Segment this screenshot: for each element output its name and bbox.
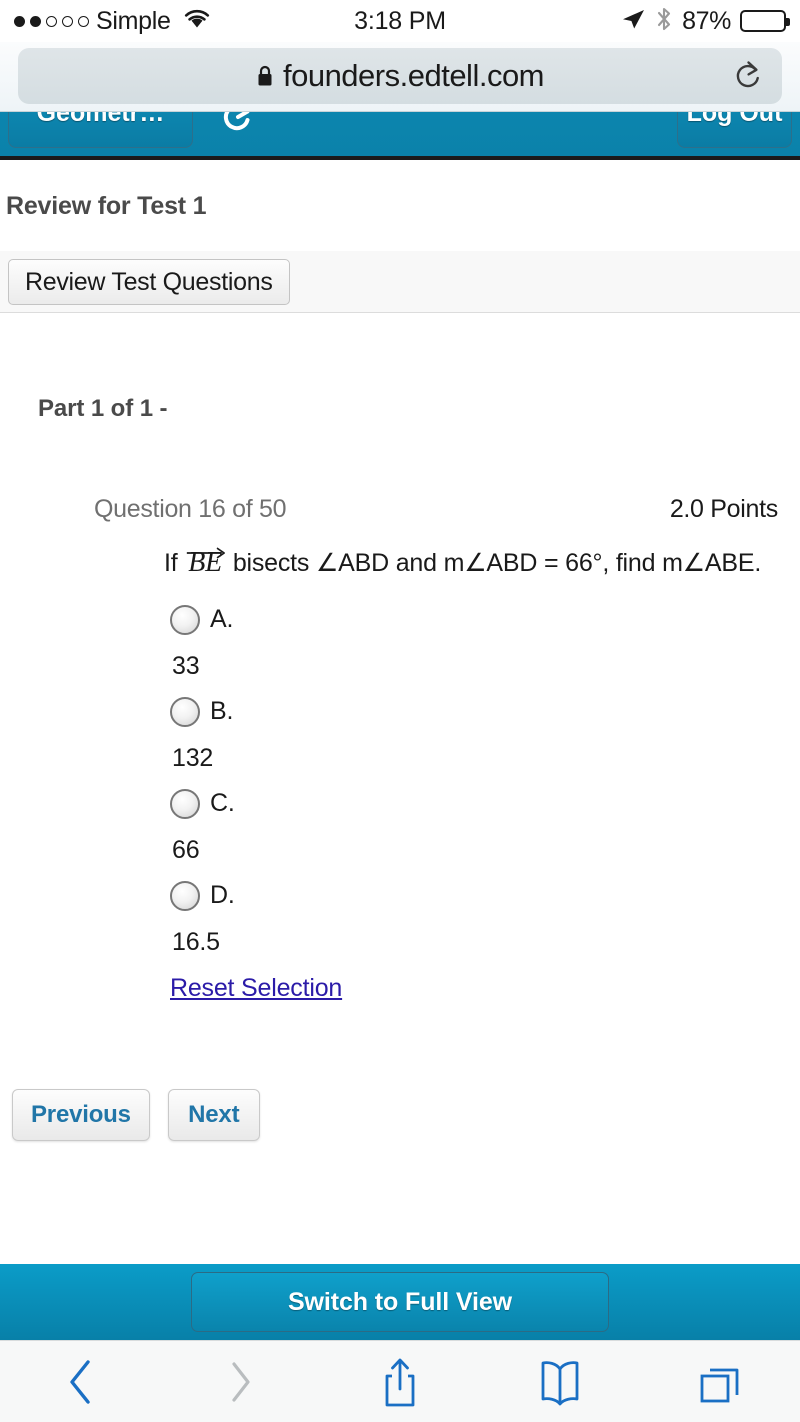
choice-letter-c: C. <box>210 789 235 818</box>
part-label: Part 1 of 1 - <box>38 395 168 422</box>
question-navigation: Previous Next <box>0 1003 800 1141</box>
radio-button-b[interactable] <box>170 696 200 727</box>
forward-chevron-icon <box>160 1356 320 1408</box>
question-text: If BE bisects ∠ABD and m∠ABD = 66°, find… <box>22 546 778 580</box>
question-body: bisects ∠ABD and m∠ABD = 66°, find m∠ABE… <box>232 549 762 577</box>
choice-value-b: 132 <box>172 743 214 772</box>
share-icon[interactable] <box>320 1355 480 1409</box>
tabs-icon[interactable] <box>640 1357 800 1407</box>
radio-button-d[interactable] <box>170 880 200 911</box>
radio-button-a[interactable] <box>170 604 200 635</box>
page-content: Review for Test 1 Review Test Questions … <box>0 160 800 1141</box>
question-block: Question 16 of 50 2.0 Points If BE bisec… <box>0 423 800 1003</box>
question-prefix: If <box>164 549 178 577</box>
question-counter: Question 16 of 50 <box>94 495 287 523</box>
choice-value-d: 16.5 <box>172 927 220 956</box>
logout-button[interactable]: Log Out <box>677 112 792 148</box>
question-points: 2.0 Points <box>669 495 778 523</box>
tab-review-test-questions[interactable]: Review Test Questions <box>8 259 290 305</box>
answer-choices: A. 33 B. 132 C. 66 D. 16.5 Reset Selecti… <box>22 598 778 1003</box>
question-header: Question 16 of 50 2.0 Points <box>22 495 778 524</box>
next-button[interactable]: Next <box>167 1088 260 1141</box>
refresh-icon[interactable] <box>215 112 257 143</box>
battery-percent-label: 87% <box>682 6 731 35</box>
lock-icon <box>256 64 274 88</box>
choice-letter-b: B. <box>210 697 234 726</box>
tab-strip: Review Test Questions <box>0 251 800 313</box>
url-text: founders.edtell.com <box>282 58 545 93</box>
choice-letter-a: A. <box>210 605 234 634</box>
status-bar-right: 87% <box>620 6 790 37</box>
ios-status-bar: Simple 3:18 PM 87% <box>0 0 800 42</box>
battery-icon <box>740 10 790 32</box>
location-arrow-icon <box>620 7 646 36</box>
back-chevron-icon[interactable] <box>0 1356 160 1408</box>
bluetooth-icon <box>655 6 673 37</box>
previous-button[interactable]: Previous <box>12 1088 150 1141</box>
radio-button-c[interactable] <box>170 788 200 819</box>
choice-d[interactable]: D. <box>170 874 778 918</box>
choice-c[interactable]: C. <box>170 782 778 826</box>
app-navigation-bar: Geometr… Log Out <box>0 112 800 160</box>
reset-selection-link[interactable]: Reset Selection <box>170 974 342 1003</box>
choice-value-a: 33 <box>172 651 200 680</box>
reload-icon[interactable] <box>732 58 764 94</box>
ray-notation: BE <box>186 546 226 580</box>
switch-to-full-view-button[interactable]: Switch to Full View <box>191 1272 609 1332</box>
choice-a[interactable]: A. <box>170 598 778 642</box>
ray-arrow-icon <box>186 533 226 559</box>
address-bar[interactable]: founders.edtell.com <box>18 48 782 104</box>
choice-value-c: 66 <box>172 835 200 864</box>
course-button[interactable]: Geometr… <box>8 112 193 148</box>
page-title: Review for Test 1 <box>6 192 207 220</box>
full-view-bar: Switch to Full View <box>0 1264 800 1340</box>
bookmarks-book-icon[interactable] <box>480 1357 640 1407</box>
safari-bottom-toolbar <box>0 1340 800 1422</box>
choice-b[interactable]: B. <box>170 690 778 734</box>
safari-address-bar-container: founders.edtell.com <box>0 42 800 112</box>
choice-letter-d: D. <box>210 881 235 910</box>
